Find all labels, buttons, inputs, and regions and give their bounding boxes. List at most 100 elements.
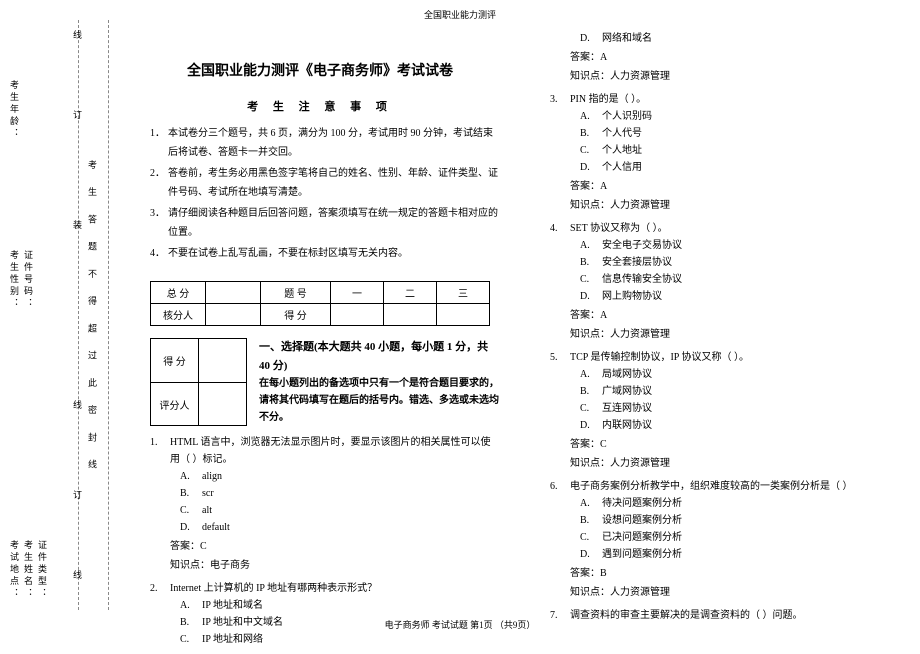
option-text: 局域网协议 bbox=[602, 366, 652, 383]
cut-mark: 线 bbox=[71, 570, 84, 580]
option-text: 网络和域名 bbox=[602, 30, 652, 47]
score-cell bbox=[384, 304, 437, 326]
option-label: B. bbox=[580, 254, 602, 271]
option-label: A. bbox=[180, 597, 202, 614]
option-label: D. bbox=[580, 417, 602, 434]
kp-label: 知识点： bbox=[570, 71, 610, 82]
notice-text: 请仔细阅读各种题目后回答问题，答案须填写在统一规定的答题卡相对应的位置。 bbox=[168, 204, 500, 242]
question-text: TCP 是传输控制协议，IP 协议又称（ ）。 bbox=[570, 349, 900, 366]
option-label: B. bbox=[580, 383, 602, 400]
option-text: 个人地址 bbox=[602, 142, 642, 159]
score-cell: 得 分 bbox=[261, 304, 331, 326]
option-text: 个人信用 bbox=[602, 159, 642, 176]
option-label: D. bbox=[180, 519, 202, 536]
score-table: 总 分 题 号 一 二 三 核分人 得 分 bbox=[150, 281, 490, 326]
question-text: PIN 指的是（ ）。 bbox=[570, 91, 900, 108]
score-cell: 核分人 bbox=[151, 304, 206, 326]
option-text: IP 地址和中文域名 bbox=[202, 614, 283, 631]
kp-label: 知识点： bbox=[170, 560, 210, 571]
question-number: 2. bbox=[150, 580, 170, 597]
mini-cell: 得 分 bbox=[151, 339, 199, 383]
cut-mark: 线 bbox=[71, 30, 84, 40]
score-cell bbox=[331, 304, 384, 326]
answer-value: A bbox=[600, 310, 607, 321]
option-label: D. bbox=[580, 546, 602, 563]
option-text: 广域网协议 bbox=[602, 383, 652, 400]
section-heading: 一、选择题(本大题共 40 小题，每小题 1 分，共 40 分) bbox=[259, 338, 500, 375]
question-number: 4. bbox=[550, 220, 570, 237]
option-text: 个人代号 bbox=[602, 125, 642, 142]
notice-text: 不要在试卷上乱写乱画，不要在标封区填写无关内容。 bbox=[168, 244, 500, 263]
seal-line-note: 考 生 答 题 不 得 超 过 此 密 封 线 bbox=[86, 160, 99, 477]
option-text: 信息传输安全协议 bbox=[602, 271, 682, 288]
question-number: 6. bbox=[550, 478, 570, 495]
kp-label: 知识点： bbox=[570, 329, 610, 340]
option-text: default bbox=[202, 519, 230, 536]
mini-score-table: 得 分 评分人 bbox=[150, 338, 247, 426]
kp-label: 知识点： bbox=[570, 458, 610, 469]
kp-value: 人力资源管理 bbox=[610, 458, 670, 469]
option-text: 已决问题案例分析 bbox=[602, 529, 682, 546]
question-continued: D.网络和域名 答案：A 知识点：人力资源管理 bbox=[550, 30, 900, 85]
option-label: A. bbox=[180, 468, 202, 485]
option-label: A. bbox=[580, 237, 602, 254]
option-text: 互连网协议 bbox=[602, 400, 652, 417]
option-text: 设想问题案例分析 bbox=[602, 512, 682, 529]
score-cell bbox=[206, 282, 261, 304]
binding-label: 考生姓名： bbox=[22, 540, 35, 600]
binding-margin: 考试地点： 考生姓名： 证件类型： 考生性别： 证件号码： 考生年龄： 考 生 … bbox=[8, 20, 118, 610]
score-cell bbox=[206, 304, 261, 326]
notice-num: 1． bbox=[150, 124, 168, 162]
option-label: D. bbox=[580, 159, 602, 176]
notice-text: 答卷前，考生务必用黑色签字笔将自己的姓名、性别、年龄、证件类型、证件号码、考试所… bbox=[168, 164, 500, 202]
answer-value: A bbox=[600, 52, 607, 63]
cut-mark: 订 bbox=[71, 490, 84, 500]
question-number: 5. bbox=[550, 349, 570, 366]
kp-label: 知识点： bbox=[570, 200, 610, 211]
mini-cell bbox=[199, 382, 247, 426]
option-text: scr bbox=[202, 485, 214, 502]
binding-label: 证件号码： bbox=[22, 250, 35, 310]
option-text: 网上购物协议 bbox=[602, 288, 662, 305]
question-text: HTML 语言中，浏览器无法显示图片时，要显示该图片的相关属性可以使用（ ）标记… bbox=[170, 434, 500, 468]
question-text: SET 协议又称为（ ）。 bbox=[570, 220, 900, 237]
answer-label: 答案： bbox=[170, 541, 200, 552]
option-text: align bbox=[202, 468, 222, 485]
exam-title: 全国职业能力测评《电子商务师》考试试卷 bbox=[140, 60, 500, 80]
option-label: B. bbox=[580, 125, 602, 142]
notice-num: 3． bbox=[150, 204, 168, 242]
notice-text: 本试卷分三个题号，共 6 页，满分为 100 分，考试用时 90 分钟，考试结束… bbox=[168, 124, 500, 162]
right-column: D.网络和域名 答案：A 知识点：人力资源管理 3.PIN 指的是（ ）。 A.… bbox=[540, 30, 900, 630]
notice-title: 考 生 注 意 事 项 bbox=[140, 98, 500, 114]
section-header: 得 分 评分人 一、选择题(本大题共 40 小题，每小题 1 分，共 40 分)… bbox=[150, 338, 500, 426]
option-text: alt bbox=[202, 502, 212, 519]
question: 2.Internet 上计算机的 IP 地址有哪两种表示形式？ A.IP 地址和… bbox=[150, 580, 500, 648]
score-cell: 题 号 bbox=[261, 282, 331, 304]
answer-value: C bbox=[600, 439, 607, 450]
answer-label: 答案： bbox=[570, 181, 600, 192]
question: 4.SET 协议又称为（ ）。 A.安全电子交易协议 B.安全套接层协议 C.信… bbox=[550, 220, 900, 343]
option-label: C. bbox=[580, 529, 602, 546]
question: 7.调查资料的审查主要解决的是调查资料的（ ）问题。 bbox=[550, 607, 900, 624]
option-label: C. bbox=[580, 142, 602, 159]
binding-label: 证件类型： bbox=[36, 540, 49, 600]
option-text: 待决问题案例分析 bbox=[602, 495, 682, 512]
question: 6.电子商务案例分析教学中，组织难度较高的一类案例分析是（ ） A.待决问题案例… bbox=[550, 478, 900, 601]
answer-label: 答案： bbox=[570, 439, 600, 450]
answer-value: A bbox=[600, 181, 607, 192]
question: 3.PIN 指的是（ ）。 A.个人识别码 B.个人代号 C.个人地址 D.个人… bbox=[550, 91, 900, 214]
binding-label: 考生性别： bbox=[8, 250, 21, 310]
option-label: A. bbox=[580, 108, 602, 125]
option-text: IP 地址和域名 bbox=[202, 597, 263, 614]
option-label: C. bbox=[180, 502, 202, 519]
score-cell: 二 bbox=[384, 282, 437, 304]
kp-value: 人力资源管理 bbox=[610, 329, 670, 340]
option-text: 遇到问题案例分析 bbox=[602, 546, 682, 563]
question-text: 调查资料的审查主要解决的是调查资料的（ ）问题。 bbox=[570, 607, 900, 624]
answer-label: 答案： bbox=[570, 568, 600, 579]
notice-list: 1．本试卷分三个题号，共 6 页，满分为 100 分，考试用时 90 分钟，考试… bbox=[140, 124, 500, 263]
option-label: A. bbox=[580, 366, 602, 383]
answer-label: 答案： bbox=[570, 52, 600, 63]
option-label: C. bbox=[180, 631, 202, 648]
score-cell bbox=[437, 304, 490, 326]
